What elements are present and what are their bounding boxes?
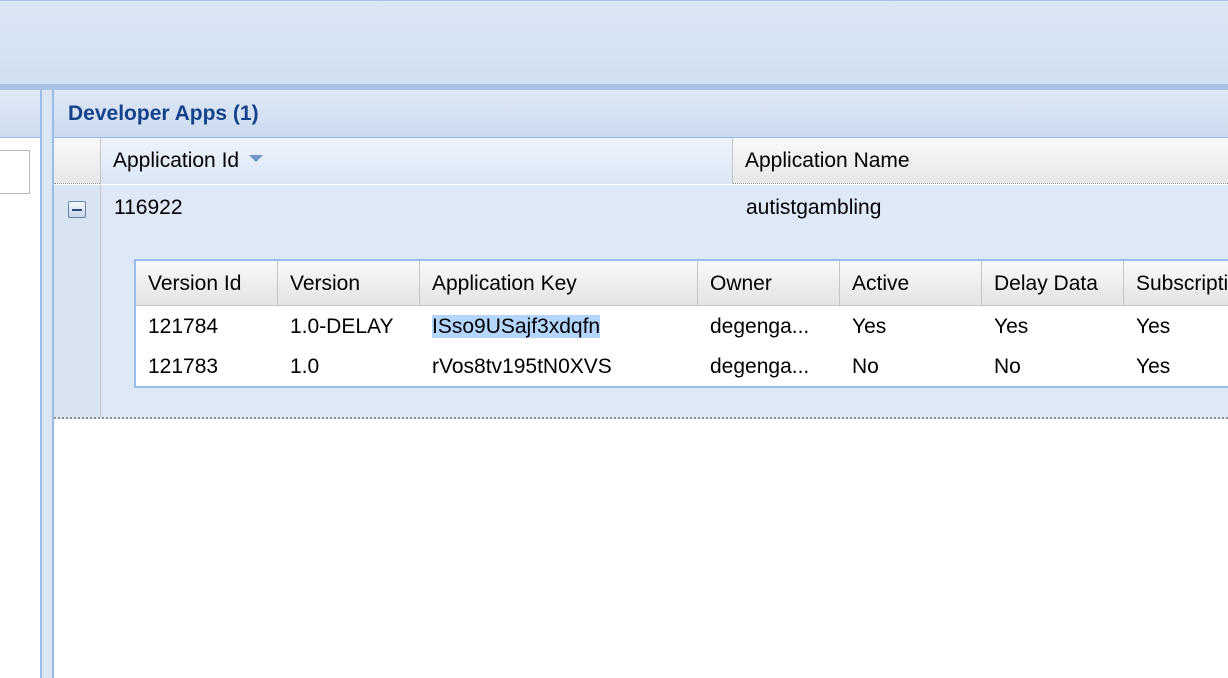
cell-owner: degenga... — [710, 315, 810, 338]
cell-application-name: autistgambling — [746, 196, 882, 219]
cell-version: 1.0-DELAY — [290, 315, 394, 338]
panel-title: Developer Apps (1) — [68, 102, 259, 125]
versions-grid: Version Id Version Application Key Owner… — [134, 259, 1228, 388]
column-header-delay-data[interactable]: Delay Data — [982, 261, 1124, 306]
table-row[interactable]: 121784 1.0-DELAY ISso9USajf3xdqfn degeng… — [136, 307, 1228, 347]
top-toolbar-band — [0, 0, 1228, 86]
cell-subscription: Yes — [1136, 315, 1171, 338]
cell-version-id: 121784 — [148, 315, 219, 338]
cell-delay-data: Yes — [994, 315, 1029, 338]
column-header-active[interactable]: Active — [840, 261, 982, 306]
cell-owner: degenga... — [710, 355, 810, 378]
left-panel-input[interactable] — [0, 150, 30, 194]
cell-application-key[interactable]: ISso9USajf3xdqfn — [420, 307, 698, 347]
versions-grid-header: Version Id Version Application Key Owner… — [136, 261, 1228, 306]
cell-version-id: 121783 — [148, 355, 219, 378]
column-header-application-name[interactable]: Application Name — [733, 138, 1228, 184]
cell-active: Yes — [852, 315, 887, 338]
selected-application-key[interactable]: ISso9USajf3xdqfn — [432, 315, 601, 338]
column-header-application-id[interactable]: Application Id — [101, 138, 733, 184]
cell-application-id: 116922 — [114, 196, 183, 219]
left-panel — [0, 90, 40, 678]
table-row[interactable]: 121783 1.0 rVos8tv195tN0XVS degenga... N… — [136, 347, 1228, 386]
left-panel-header — [0, 90, 40, 138]
column-header-subscription[interactable]: Subscripti — [1124, 261, 1228, 306]
column-header-label: Application Id — [113, 149, 240, 172]
cell-application-key[interactable]: rVos8tv195tN0XVS — [420, 347, 698, 386]
collapse-minus-icon[interactable] — [68, 201, 86, 218]
column-header-version-id[interactable]: Version Id — [136, 261, 278, 306]
column-header-label: Application Name — [745, 149, 910, 172]
panel-header: Developer Apps (1) — [54, 90, 1228, 138]
cell-subscription: Yes — [1136, 355, 1171, 378]
cell-version: 1.0 — [290, 355, 320, 378]
column-header-version[interactable]: Version — [278, 261, 420, 306]
sort-descending-icon — [249, 154, 264, 162]
cell-active: No — [852, 355, 879, 378]
column-header-owner[interactable]: Owner — [698, 261, 840, 306]
cell-delay-data: No — [994, 355, 1021, 378]
grid-header: Application Id Application Name — [54, 138, 1228, 184]
expander-column-header — [54, 138, 101, 184]
column-header-application-key[interactable]: Application Key — [420, 261, 698, 306]
row-expander-cell — [54, 185, 101, 417]
developer-apps-panel: Developer Apps (1) Application Id Applic… — [54, 90, 1228, 678]
panel-splitter[interactable] — [40, 90, 54, 678]
